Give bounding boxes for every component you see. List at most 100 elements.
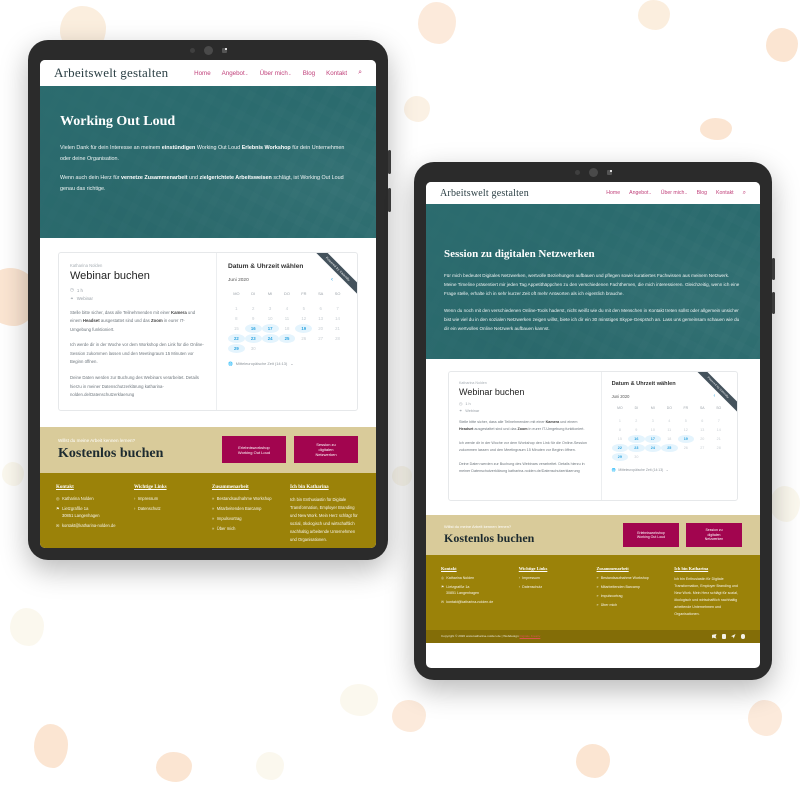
footer-link-impulsvortrag[interactable]: » Impulsvortrag [597,594,668,599]
cta-title: Kostenlos buchen [444,531,535,545]
footer-item-email[interactable]: ✉ kontakt@katharina-nolden.de [56,523,126,529]
nav-item-home[interactable]: Home [194,70,211,77]
footer-link-bestandsaufnahme[interactable]: » Bestandsaufnahme Workshop [597,576,668,581]
site-brand[interactable]: Arbeitswelt gestalten [54,65,168,81]
calendar-day-available[interactable]: 24 [644,444,662,452]
text-emphasis: Kamera [545,420,560,424]
search-icon[interactable]: ⌕ [358,69,362,77]
calendar-day-available[interactable]: 22 [227,334,245,343]
instagram-icon[interactable] [721,634,726,639]
calendar-day-available[interactable]: 29 [227,344,245,353]
calendar-day-available[interactable]: 25 [661,444,678,452]
tablet-screen: Arbeitswelt gestalten Home Angebot⌄ Über… [426,182,760,668]
calendar-day-disabled: 1 [618,419,621,423]
text-fragment: Stelle bitte sicher, dass alle Teilnehme… [70,309,171,315]
timezone-label: Mitteleuropäische Zeit (14:13) [235,361,288,366]
nav-label: Home [194,69,211,77]
footer-heading: Kontakt [56,484,74,490]
footer-item-email[interactable]: ✉ kontakt@katharina-nolden.de [441,600,512,605]
footer-link-barcamp[interactable]: » Mitarbeitenden Barcamp [597,585,668,590]
main-navigation: Home Angebot⌄ Über mich⌄ Blog Kontakt ⌕ [606,190,746,197]
footer-column-links: Wichtige Links › Impressum › Datenschutz [134,485,204,544]
xing-icon[interactable] [740,634,745,639]
nav-item-home[interactable]: Home [606,190,620,196]
timezone-selector[interactable]: 🌐 Mitteleuropäische Zeit (14:13) ⌄ [228,361,346,366]
calendar-day-disabled: 11 [667,428,672,432]
calendar-day-available[interactable]: 25 [278,334,296,343]
decorative-blob [156,752,192,782]
footer-link-bestandsaufnahme[interactable]: » Bestandsaufnahme Workshop [212,496,282,502]
footer-item: ⚑ Lietzgrafße 1a [441,585,512,590]
webdesign-credit-link[interactable]: Digitale Kreativ [520,634,541,638]
device-volume-button[interactable] [388,150,391,174]
site-brand[interactable]: Arbeitswelt gestalten [440,188,529,199]
calendar-day-available[interactable]: 24 [261,334,279,343]
nav-item-blog[interactable]: Blog [697,190,707,196]
cta-kicker: Willst du meine Arbeit kennen lernen? [58,437,136,443]
footer-item: ◎ Katharina Nolden [56,496,126,502]
calendar-day-disabled: 27 [700,446,705,450]
calendar-day-available[interactable]: 22 [611,444,629,452]
calendar-day-available[interactable]: 19 [295,324,313,333]
footer-item-label: Bestandsaufnahme Workshop [600,576,649,580]
twitter-icon[interactable] [712,634,717,639]
cta-button-workshop[interactable]: Erlebnisworkshop Working Out Loud [222,436,286,464]
device-volume-button[interactable] [772,258,775,280]
calendar-day-disabled: 2 [252,306,255,311]
calendar-day-available[interactable]: 23 [628,444,645,452]
calendar-day-disabled: 21 [716,437,721,441]
cta-button-workshop[interactable]: Erlebnisworkshop Working Out Loud [623,523,679,547]
calendar-day-available[interactable]: 16 [628,435,645,443]
timezone-selector[interactable]: 🌐 Mitteleuropäische Zeit (14:13) ⌄ [612,468,727,472]
footer-item: 30851 Langenhagen [56,513,126,519]
hero-paragraph-2: Wenn du noch mit den verschiedenen Onlin… [444,307,740,331]
chevron-right-icon: › [518,584,520,589]
footer-item-label: Impressum [137,495,159,501]
calendar-day-available[interactable]: 16 [244,324,262,333]
footer-item-label: Impulsvortrag [216,516,242,522]
nav-item-kontakt[interactable]: Kontakt [326,70,347,77]
decorative-blob [2,462,24,486]
cta-kicker: Willst du meine Arbeit kennen lernen? [444,524,512,529]
nav-item-angebot[interactable]: Angebot⌄ [222,70,249,77]
calendar-day-disabled: 30 [250,346,256,351]
footer-link-impressum[interactable]: › Impressum [134,496,204,502]
cta-button-session[interactable]: Session zu digitalen Netzwerken [294,436,358,464]
calendar-day-available[interactable]: 19 [677,435,695,443]
footer-link-barcamp[interactable]: » Mitarbeitenden Barcamp [212,506,282,512]
calendar-day-disabled: 27 [318,336,324,341]
telegram-icon[interactable] [731,634,736,639]
widget-event-title: Webinar buchen [459,387,525,397]
footer-link-datenschutz[interactable]: › Datenschutz [134,506,204,512]
nav-item-blog[interactable]: Blog [303,70,315,77]
nav-item-kontakt[interactable]: Kontakt [716,190,734,196]
calendar-day-available[interactable]: 17 [644,435,662,443]
nav-item-ueber-mich[interactable]: Über mich⌄ [661,190,688,196]
footer-link-impressum[interactable]: › Impressum [519,576,590,581]
calendar-day-available[interactable]: 17 [261,324,279,333]
calendar-day-disabled: 8 [618,428,621,432]
footer-heading: Ich bin Katharina [674,566,709,571]
hero-content: Working Out Loud Vielen Dank für dein In… [40,86,376,194]
nav-item-ueber-mich[interactable]: Über mich⌄ [260,70,292,77]
calendar-day-available[interactable]: 23 [244,334,262,343]
footer-link-impulsvortrag[interactable]: » Impulsvortrag [212,516,282,522]
text-emphasis: vernetze Zusammenarbeit [121,175,188,182]
footer-link-ueber-mich[interactable]: » Über mich [597,603,668,608]
search-icon[interactable]: ⌕ [743,190,746,197]
nav-item-angebot[interactable]: Angebot⌄ [629,190,652,196]
calendar-day-disabled: 28 [716,446,721,450]
calendar-day-available[interactable]: 29 [611,453,629,461]
widget-info-panel: Katharina Nolden Webinar buchen ◷ 1 h ⚭ We… [59,253,217,410]
device-power-button[interactable] [388,188,391,212]
chevron-right-icon: › [134,495,136,501]
device-power-button[interactable] [772,292,775,314]
tablet-device-working-out-loud: Arbeitswelt gestalten Home Angebot⌄ Über… [28,40,391,560]
footer-column-links: Wichtige Links › Impressum › Datenschutz [519,566,590,618]
weekday-label: MI [267,291,273,296]
cta-button-session[interactable]: Session zu digitalen Netzwerken [686,523,742,547]
footer-link-datenschutz[interactable]: › Datenschutz [519,585,590,590]
page-title: Session zu digitalen Netzwerken [444,248,595,260]
footer-link-ueber-mich[interactable]: » Über mich [212,526,282,532]
tablet-device-session-netzwerke: Arbeitswelt gestalten Home Angebot⌄ Über… [414,162,775,680]
